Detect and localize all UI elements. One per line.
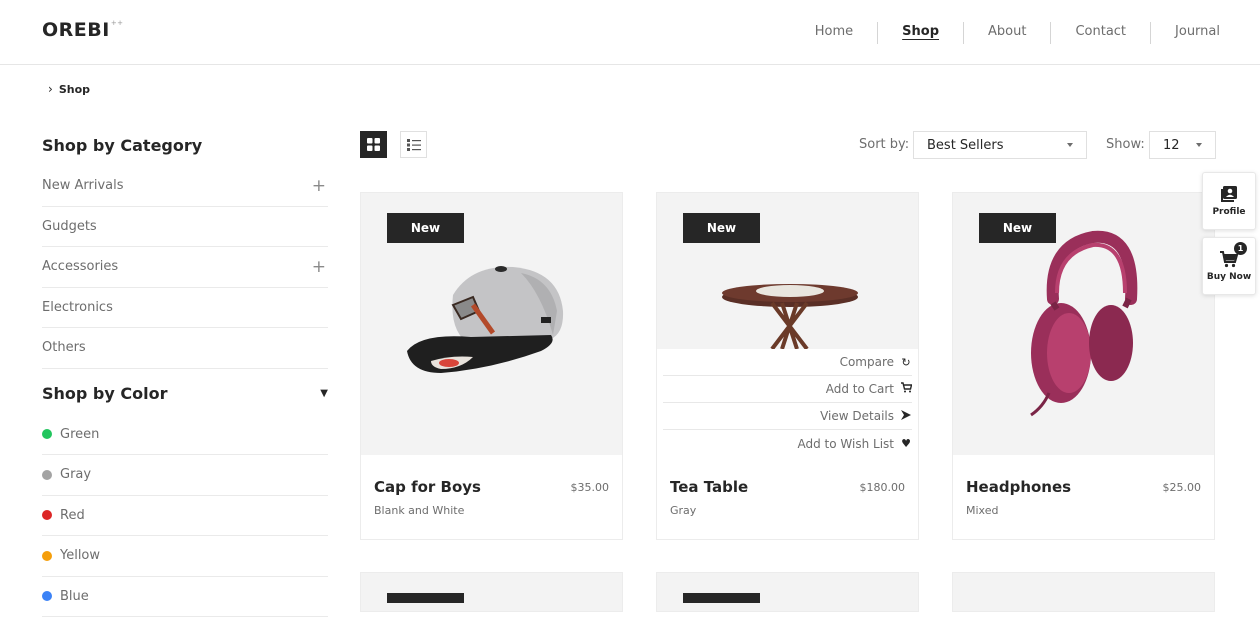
nav-journal[interactable]: Journal — [1151, 22, 1220, 44]
chevron-right-icon: › — [48, 82, 53, 96]
chevron-down-icon — [1196, 143, 1202, 147]
product-price: $180.00 — [860, 481, 906, 494]
product-image-headphones[interactable]: New — [953, 193, 1214, 455]
compare-action[interactable]: Compare↻ — [663, 349, 912, 376]
color-item-red[interactable]: Red — [42, 496, 328, 537]
sidebar: Shop by Category New Arrivals+ Gudgets A… — [42, 130, 328, 617]
color-item-yellow[interactable]: Yellow — [42, 536, 328, 577]
sort-label: Sort by: — [859, 137, 909, 152]
heart-icon: ♥ — [900, 437, 912, 450]
color-dot — [42, 551, 52, 561]
main-nav: Home Shop About Contact Journal — [791, 22, 1220, 44]
product-name[interactable]: Cap for Boys — [374, 478, 481, 496]
add-to-cart-action[interactable]: Add to Cart — [663, 376, 912, 403]
list-icon — [407, 139, 421, 151]
nav-about[interactable]: About — [964, 22, 1051, 44]
product-card-partial[interactable] — [360, 572, 623, 612]
sort-select[interactable]: Best Sellers — [913, 131, 1087, 159]
product-card[interactable]: New Headphones $25.00 Mixed — [952, 192, 1215, 540]
profile-icon — [1220, 185, 1238, 203]
cart-count-badge: 1 — [1234, 242, 1247, 255]
color-title[interactable]: Shop by Color▼ — [42, 379, 328, 409]
list-view-button[interactable] — [400, 131, 427, 158]
product-color: Mixed — [966, 504, 998, 517]
view-details-action[interactable]: View Details — [663, 403, 912, 430]
plus-icon[interactable]: + — [312, 257, 326, 277]
add-to-wishlist-action[interactable]: Add to Wish List♥ — [663, 430, 912, 455]
product-card[interactable]: New Compare↻ Add to Cart View Details Ad… — [656, 192, 919, 540]
refresh-icon: ↻ — [900, 356, 912, 369]
nav-shop[interactable]: Shop — [878, 22, 964, 44]
show-select[interactable]: 12 — [1149, 131, 1216, 159]
arrow-right-icon — [900, 410, 912, 423]
color-dot — [42, 510, 52, 520]
category-item-others[interactable]: Others — [42, 328, 328, 369]
product-actions: Compare↻ Add to Cart View Details Add to… — [657, 349, 918, 455]
profile-float-button[interactable]: Profile — [1202, 172, 1256, 230]
color-dot — [42, 429, 52, 439]
color-dot — [42, 470, 52, 480]
new-badge-partial — [683, 593, 760, 603]
profile-label: Profile — [1212, 207, 1245, 217]
color-item-green[interactable]: Green — [42, 415, 328, 456]
color-dot — [42, 591, 52, 601]
grid-view-button[interactable] — [360, 131, 387, 158]
category-item-gudgets[interactable]: Gudgets — [42, 207, 328, 248]
new-badge: New — [683, 213, 760, 243]
product-image-tea-table[interactable]: New Compare↻ Add to Cart View Details Ad… — [657, 193, 918, 455]
show-label: Show: — [1106, 137, 1145, 152]
breadcrumb: › Shop — [48, 82, 90, 96]
new-badge-partial — [387, 593, 464, 603]
product-image-cap[interactable]: New — [361, 193, 622, 455]
site-header: OREBI++ Home Shop About Contact Journal — [0, 0, 1260, 65]
category-item-accessories[interactable]: Accessories+ — [42, 247, 328, 288]
chevron-down-icon — [1067, 143, 1073, 147]
product-name[interactable]: Tea Table — [670, 478, 748, 496]
product-color: Blank and White — [374, 504, 464, 517]
new-badge: New — [387, 213, 464, 243]
product-card-partial[interactable] — [656, 572, 919, 612]
shop-toolbar: Sort by: Best Sellers Show: 12 — [360, 131, 1216, 159]
product-name[interactable]: Headphones — [966, 478, 1071, 496]
new-badge: New — [979, 213, 1056, 243]
color-list: Green Gray Red Yellow Blue — [42, 415, 328, 617]
nav-contact[interactable]: Contact — [1051, 22, 1151, 44]
nav-home[interactable]: Home — [791, 22, 878, 44]
cart-icon — [900, 382, 912, 396]
product-card[interactable]: New Cap for Boys $35.00 Blank and White — [360, 192, 623, 540]
plus-icon[interactable]: + — [312, 176, 326, 196]
color-item-blue[interactable]: Blue — [42, 577, 328, 617]
product-price: $25.00 — [1163, 481, 1202, 494]
buy-now-label: Buy Now — [1207, 272, 1251, 282]
grid-icon — [367, 138, 380, 151]
category-item-new-arrivals[interactable]: New Arrivals+ — [42, 166, 328, 207]
category-title: Shop by Category — [42, 130, 328, 160]
category-item-electronics[interactable]: Electronics — [42, 288, 328, 329]
product-price: $35.00 — [571, 481, 610, 494]
caret-down-icon[interactable]: ▼ — [320, 388, 328, 399]
color-item-gray[interactable]: Gray — [42, 455, 328, 496]
product-card-partial[interactable] — [952, 572, 1215, 612]
category-list: New Arrivals+ Gudgets Accessories+ Elect… — [42, 166, 328, 369]
product-color: Gray — [670, 504, 696, 517]
buy-now-float-button[interactable]: 1 Buy Now — [1202, 237, 1256, 295]
logo[interactable]: OREBI++ — [42, 19, 124, 41]
breadcrumb-current: Shop — [59, 83, 90, 96]
